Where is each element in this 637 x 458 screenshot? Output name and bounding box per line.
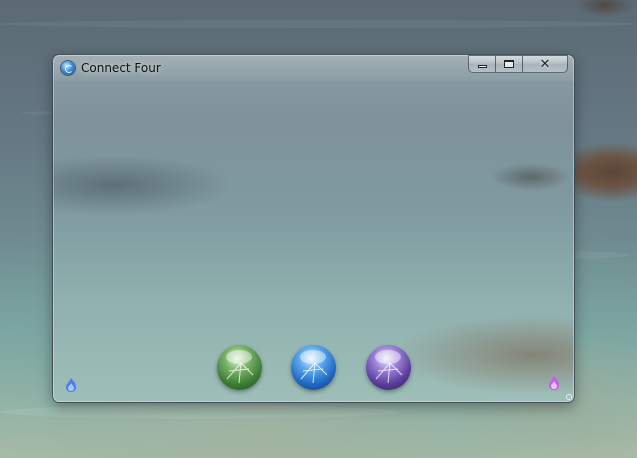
minimize-icon (477, 65, 487, 68)
close-button[interactable]: ✕ (522, 55, 568, 73)
caption-buttons: ✕ (468, 55, 568, 73)
blue-flame-icon (65, 377, 77, 393)
connect-four-window[interactable]: Connect Four ✕ (52, 54, 575, 403)
purple-flame-icon (548, 375, 560, 391)
maximize-button[interactable] (495, 55, 522, 73)
desktop: { "window": { "title": "Connect Four", "… (0, 0, 637, 458)
connect-four-app-icon[interactable] (61, 61, 75, 75)
blue-orb-piece[interactable] (291, 345, 336, 390)
close-icon: ✕ (539, 56, 551, 72)
window-title: Connect Four (81, 61, 161, 75)
title-bar[interactable]: Connect Four ✕ (53, 55, 574, 81)
minimize-button[interactable] (468, 55, 495, 73)
resize-grip[interactable] (566, 394, 572, 400)
green-orb-piece[interactable] (217, 345, 262, 390)
maximize-icon (504, 60, 514, 68)
purple-orb-piece[interactable] (366, 345, 411, 390)
